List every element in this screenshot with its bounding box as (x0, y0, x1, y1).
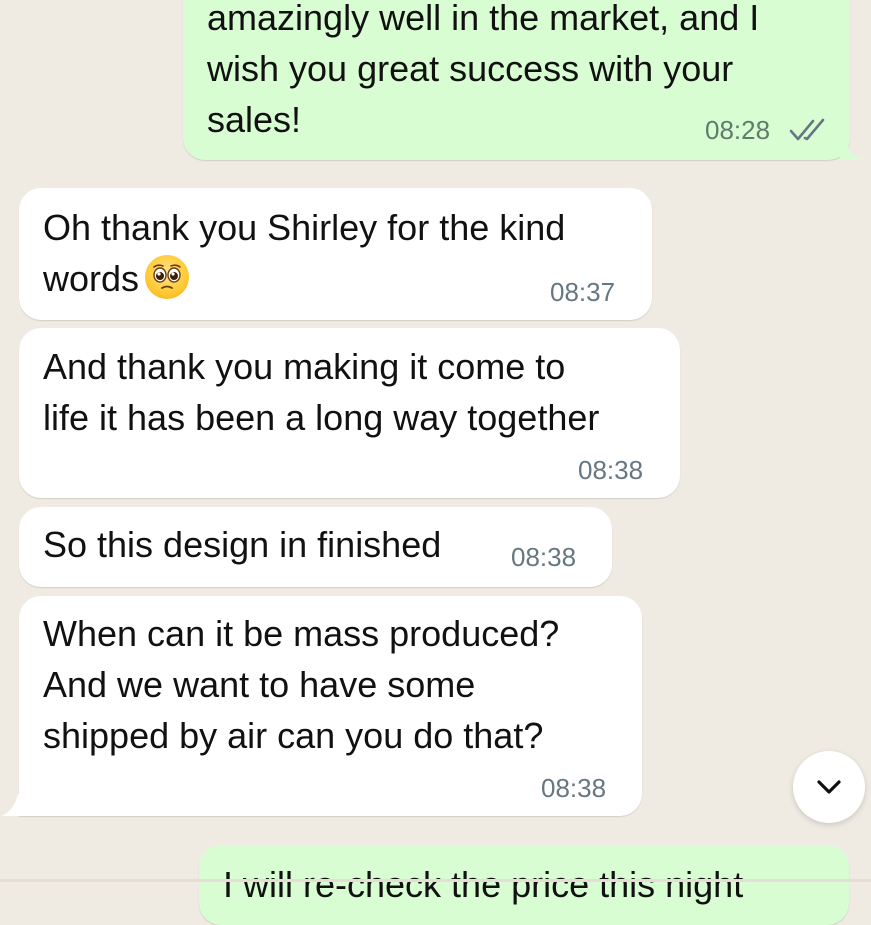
message-bubble-outgoing[interactable]: amazingly well in the market, and I wish… (183, 0, 850, 160)
message-bubble-outgoing[interactable]: I will re-check the price this night (199, 845, 849, 925)
message-bubble-incoming[interactable]: Oh thank you Shirley for the kind words … (19, 188, 652, 320)
message-timestamp: 08:37 (550, 277, 616, 307)
message-text: When can it be mass produced? (43, 613, 560, 654)
bubble-tail-icon (840, 138, 862, 160)
message-text: life it has been a long way together (43, 397, 600, 438)
chevron-down-icon (817, 780, 841, 794)
message-text: Oh thank you Shirley for the kind (43, 207, 566, 248)
message-text: And thank you making it come to (43, 346, 566, 387)
bubble-tail-icon (2, 794, 22, 816)
message-text: I will re-check the price this night (223, 864, 744, 905)
message-text: words (43, 253, 190, 304)
pleading-face-emoji-icon (145, 255, 190, 300)
message-timestamp: 08:38 (578, 455, 644, 485)
message-text: sales! (207, 99, 302, 140)
message-timestamp: 08:38 (541, 773, 607, 803)
message-text: wish you great success with your (207, 48, 734, 89)
message-text-line: words (43, 258, 140, 299)
message-text: amazingly well in the market, and I (207, 0, 760, 38)
message-bubble-incoming[interactable]: When can it be mass produced? And we wan… (19, 596, 642, 816)
message-text: So this design in finished (43, 524, 442, 565)
double-check-read-icon (789, 118, 825, 141)
scroll-to-bottom-button[interactable] (793, 751, 865, 823)
message-timestamp: 08:28 (705, 115, 771, 145)
message-bubble-incoming[interactable]: So this design in finished 08:38 (19, 507, 612, 587)
message-timestamp: 08:38 (511, 542, 577, 572)
message-text: And we want to have some (43, 664, 476, 705)
message-text: shipped by air can you do that? (43, 715, 544, 756)
message-bubble-incoming[interactable]: And thank you making it come to life it … (19, 328, 680, 498)
